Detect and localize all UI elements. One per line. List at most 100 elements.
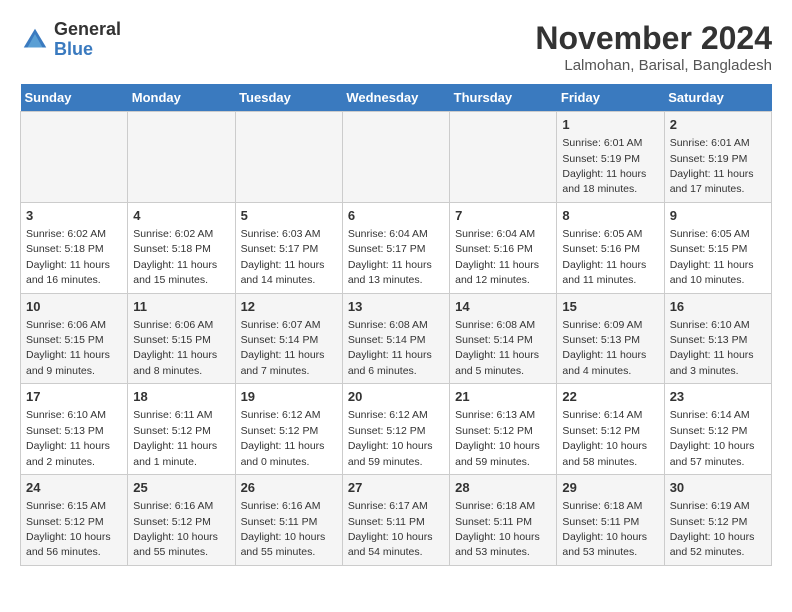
calendar-cell: 19Sunrise: 6:12 AM Sunset: 5:12 PM Dayli… <box>235 384 342 475</box>
calendar-cell: 5 Sunrise: 6:03 AM Sunset: 5:17 PM Daylig… <box>235 202 342 293</box>
page-header: General Blue November 2024 Lalmohan, Bar… <box>20 20 772 74</box>
week-row-3: 10 Sunrise: 6:06 AM Sunset: 5:15 PM Dayli… <box>21 293 772 384</box>
day-info: Sunrise: 6:04 AM Sunset: 5:16 PM Dayligh… <box>455 228 539 286</box>
weekday-header-sunday: Sunday <box>21 84 128 112</box>
day-info: Sunrise: 6:11 AM Sunset: 5:12 PM Dayligh… <box>133 409 217 467</box>
day-info: Sunrise: 6:06 AM Sunset: 5:15 PM Dayligh… <box>133 319 217 377</box>
calendar-cell: 18 Sunrise: 6:11 AM Sunset: 5:12 PM Dayli… <box>128 384 235 475</box>
day-info: Sunrise: 6:10 AM Sunset: 5:13 PM Dayligh… <box>26 409 110 467</box>
day-info: Sunrise: 6:19 AM Sunset: 5:12 PM Dayligh… <box>670 500 755 558</box>
calendar-cell: 20 Sunrise: 6:12 AM Sunset: 5:12 PM Dayli… <box>342 384 449 475</box>
day-number: 12 <box>241 298 337 316</box>
calendar-cell: 30 Sunrise: 6:19 AM Sunset: 5:12 PM Dayli… <box>664 475 771 566</box>
calendar-cell: 16 Sunrise: 6:10 AM Sunset: 5:13 PM Dayli… <box>664 293 771 384</box>
calendar-table: SundayMondayTuesdayWednesdayThursdayFrid… <box>20 84 772 566</box>
day-number: 4 <box>133 207 229 225</box>
day-number: 22 <box>562 388 658 406</box>
day-number: 7 <box>455 207 551 225</box>
day-info: Sunrise: 6:01 AM Sunset: 5:19 PM Dayligh… <box>670 137 754 195</box>
day-info: Sunrise: 6:14 AM Sunset: 5:12 PM Dayligh… <box>562 409 647 467</box>
calendar-cell: 21 Sunrise: 6:13 AM Sunset: 5:12 PM Dayli… <box>450 384 557 475</box>
week-row-5: 24Sunrise: 6:15 AM Sunset: 5:12 PM Dayli… <box>21 475 772 566</box>
day-info: Sunrise: 6:09 AM Sunset: 5:13 PM Dayligh… <box>562 319 646 377</box>
calendar-cell: 26 Sunrise: 6:16 AM Sunset: 5:11 PM Dayli… <box>235 475 342 566</box>
day-number: 30 <box>670 479 766 497</box>
day-number: 11 <box>133 298 229 316</box>
weekday-header-thursday: Thursday <box>450 84 557 112</box>
logo: General Blue <box>20 20 121 60</box>
day-info: Sunrise: 6:02 AM Sunset: 5:18 PM Dayligh… <box>26 228 110 286</box>
calendar-cell: 23 Sunrise: 6:14 AM Sunset: 5:12 PM Dayli… <box>664 384 771 475</box>
calendar-cell <box>21 112 128 203</box>
month-title: November 2024 <box>535 20 772 57</box>
day-number: 18 <box>133 388 229 406</box>
calendar-cell: 1 Sunrise: 6:01 AM Sunset: 5:19 PM Daylig… <box>557 112 664 203</box>
day-number: 14 <box>455 298 551 316</box>
day-info: Sunrise: 6:05 AM Sunset: 5:15 PM Dayligh… <box>670 228 754 286</box>
day-info: Sunrise: 6:03 AM Sunset: 5:17 PM Dayligh… <box>241 228 325 286</box>
day-number: 28 <box>455 479 551 497</box>
day-number: 26 <box>241 479 337 497</box>
calendar-cell: 12Sunrise: 6:07 AM Sunset: 5:14 PM Dayli… <box>235 293 342 384</box>
day-number: 13 <box>348 298 444 316</box>
day-number: 16 <box>670 298 766 316</box>
day-info: Sunrise: 6:12 AM Sunset: 5:12 PM Dayligh… <box>348 409 433 467</box>
calendar-cell: 7 Sunrise: 6:04 AM Sunset: 5:16 PM Daylig… <box>450 202 557 293</box>
calendar-body: 1 Sunrise: 6:01 AM Sunset: 5:19 PM Daylig… <box>21 112 772 566</box>
day-info: Sunrise: 6:16 AM Sunset: 5:11 PM Dayligh… <box>241 500 326 558</box>
day-info: Sunrise: 6:06 AM Sunset: 5:15 PM Dayligh… <box>26 319 110 377</box>
day-info: Sunrise: 6:16 AM Sunset: 5:12 PM Dayligh… <box>133 500 218 558</box>
day-number: 10 <box>26 298 122 316</box>
week-row-1: 1 Sunrise: 6:01 AM Sunset: 5:19 PM Daylig… <box>21 112 772 203</box>
calendar-cell: 11 Sunrise: 6:06 AM Sunset: 5:15 PM Dayli… <box>128 293 235 384</box>
day-info: Sunrise: 6:02 AM Sunset: 5:18 PM Dayligh… <box>133 228 217 286</box>
day-info: Sunrise: 6:18 AM Sunset: 5:11 PM Dayligh… <box>455 500 540 558</box>
calendar-cell: 24Sunrise: 6:15 AM Sunset: 5:12 PM Dayli… <box>21 475 128 566</box>
week-row-4: 17 Sunrise: 6:10 AM Sunset: 5:13 PM Dayli… <box>21 384 772 475</box>
day-number: 25 <box>133 479 229 497</box>
calendar-cell: 10 Sunrise: 6:06 AM Sunset: 5:15 PM Dayli… <box>21 293 128 384</box>
day-number: 3 <box>26 207 122 225</box>
calendar-cell: 4 Sunrise: 6:02 AM Sunset: 5:18 PM Daylig… <box>128 202 235 293</box>
logo-text: General Blue <box>54 20 121 60</box>
weekday-header-tuesday: Tuesday <box>235 84 342 112</box>
day-number: 20 <box>348 388 444 406</box>
day-number: 2 <box>670 116 766 134</box>
day-number: 17 <box>26 388 122 406</box>
day-info: Sunrise: 6:01 AM Sunset: 5:19 PM Dayligh… <box>562 137 646 195</box>
day-number: 27 <box>348 479 444 497</box>
calendar-cell: 22 Sunrise: 6:14 AM Sunset: 5:12 PM Dayli… <box>557 384 664 475</box>
day-info: Sunrise: 6:10 AM Sunset: 5:13 PM Dayligh… <box>670 319 754 377</box>
calendar-cell: 14 Sunrise: 6:08 AM Sunset: 5:14 PM Dayli… <box>450 293 557 384</box>
calendar-cell: 27Sunrise: 6:17 AM Sunset: 5:11 PM Dayli… <box>342 475 449 566</box>
day-number: 23 <box>670 388 766 406</box>
calendar-header: SundayMondayTuesdayWednesdayThursdayFrid… <box>21 84 772 112</box>
location: Lalmohan, Barisal, Bangladesh <box>535 57 772 74</box>
weekday-header-friday: Friday <box>557 84 664 112</box>
calendar-cell: 15 Sunrise: 6:09 AM Sunset: 5:13 PM Dayli… <box>557 293 664 384</box>
day-info: Sunrise: 6:04 AM Sunset: 5:17 PM Dayligh… <box>348 228 432 286</box>
day-number: 1 <box>562 116 658 134</box>
calendar-cell: 29Sunrise: 6:18 AM Sunset: 5:11 PM Dayli… <box>557 475 664 566</box>
calendar-cell <box>128 112 235 203</box>
calendar-cell: 25 Sunrise: 6:16 AM Sunset: 5:12 PM Dayli… <box>128 475 235 566</box>
weekday-header-wednesday: Wednesday <box>342 84 449 112</box>
day-number: 29 <box>562 479 658 497</box>
day-info: Sunrise: 6:13 AM Sunset: 5:12 PM Dayligh… <box>455 409 540 467</box>
day-number: 21 <box>455 388 551 406</box>
day-info: Sunrise: 6:08 AM Sunset: 5:14 PM Dayligh… <box>455 319 539 377</box>
calendar-cell <box>342 112 449 203</box>
title-block: November 2024 Lalmohan, Barisal, Banglad… <box>535 20 772 74</box>
day-number: 24 <box>26 479 122 497</box>
calendar-cell: 2 Sunrise: 6:01 AM Sunset: 5:19 PM Daylig… <box>664 112 771 203</box>
calendar-cell <box>235 112 342 203</box>
day-number: 5 <box>241 207 337 225</box>
calendar-cell: 28 Sunrise: 6:18 AM Sunset: 5:11 PM Dayli… <box>450 475 557 566</box>
day-number: 9 <box>670 207 766 225</box>
day-info: Sunrise: 6:14 AM Sunset: 5:12 PM Dayligh… <box>670 409 755 467</box>
day-number: 6 <box>348 207 444 225</box>
day-number: 8 <box>562 207 658 225</box>
calendar-cell: 17 Sunrise: 6:10 AM Sunset: 5:13 PM Dayli… <box>21 384 128 475</box>
calendar-cell <box>450 112 557 203</box>
day-number: 15 <box>562 298 658 316</box>
